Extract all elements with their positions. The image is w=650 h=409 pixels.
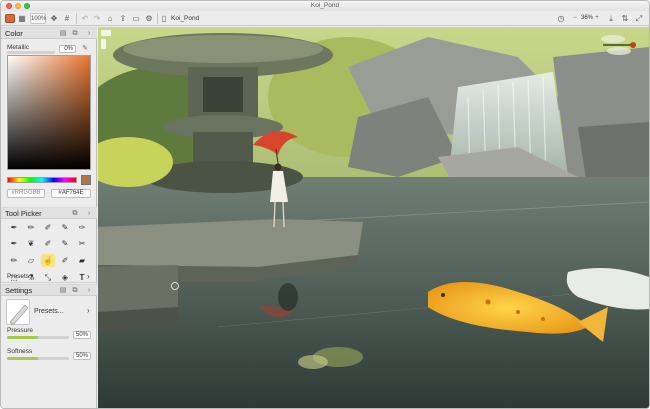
brush-tool-icon[interactable]: ✐ — [41, 221, 55, 234]
pin-icon[interactable]: ▤ — [59, 29, 67, 38]
redo-icon[interactable]: ↷ — [92, 13, 102, 24]
toolbar-divider — [76, 13, 77, 24]
color-section-header[interactable]: Color ▤ ⧉ › — [1, 27, 97, 39]
export-icon[interactable]: ⇪ — [118, 13, 128, 24]
ink-pen-tool-icon[interactable]: ✒ — [7, 237, 21, 250]
tool-presets-row[interactable]: Presets... › — [1, 271, 97, 283]
color-section-title: Color — [5, 29, 23, 38]
undo-icon[interactable]: ↶ — [80, 13, 90, 24]
brush-preview-icon — [9, 304, 29, 325]
metallic-slider[interactable] — [7, 51, 55, 54]
zoom-level-right: 36% — [581, 15, 594, 21]
eyedropper-icon[interactable]: ✎ — [81, 44, 89, 53]
hex-input-value[interactable]: #AF764E — [51, 189, 91, 198]
softness-label: Softness — [7, 348, 33, 355]
zoom-out-button[interactable]: − — [571, 13, 579, 24]
grid-icon[interactable]: # — [62, 13, 72, 24]
pressure-slider-fill — [7, 336, 38, 339]
zoom-window-button[interactable] — [24, 3, 30, 9]
scissors-icon[interactable]: ✂ — [75, 237, 89, 250]
settings-header[interactable]: Settings ▤ ⧉ › — [1, 284, 97, 296]
timer-icon[interactable]: ◷ — [556, 13, 566, 24]
hex-input-placeholder[interactable]: #RRGGBB — [7, 189, 45, 198]
pressure-value[interactable]: 50% — [73, 331, 91, 339]
brush-preset-preview[interactable] — [6, 299, 30, 325]
pen-tool-icon[interactable]: ✒ — [7, 221, 21, 234]
softness-value[interactable]: 50% — [73, 352, 91, 360]
pencil-tool-icon[interactable]: ✏ — [24, 221, 38, 234]
chevron-right-icon[interactable]: › — [85, 29, 93, 38]
oil-brush-tool-icon[interactable]: ❦ — [24, 237, 38, 250]
softness-slider[interactable] — [7, 357, 69, 360]
settings-title: Settings — [5, 286, 33, 295]
current-color-swatch[interactable] — [81, 175, 91, 185]
chevron-right-icon: › — [87, 272, 90, 281]
tool-picker-title: Tool Picker — [5, 209, 42, 218]
canvas-icon[interactable]: ▭ — [131, 13, 141, 24]
toolbar: ▦ 100% ✥ # ↶ ↷ ⌂ ⇪ ▭ ⚙ ▯ Koi_Pond ◷ − 36… — [1, 11, 649, 26]
metallic-label: Metallic — [7, 44, 30, 51]
panel-options-icon[interactable]: ⧉ — [71, 209, 79, 218]
minimize-window-button[interactable] — [15, 3, 21, 9]
panel-options-icon[interactable]: ⧉ — [71, 286, 79, 295]
gallery-icon[interactable]: ⌂ — [105, 13, 115, 24]
document-icon: ▯ — [161, 14, 167, 23]
zoom-in-button[interactable]: + — [593, 13, 601, 24]
title-bar: Koi_Pond — [1, 1, 649, 11]
blender-tool-icon[interactable]: ✎ — [58, 237, 72, 250]
watercolor-tool-icon[interactable]: ✐ — [41, 237, 55, 250]
koi-pond-painting — [98, 27, 649, 408]
softness-slider-fill — [7, 357, 38, 360]
chevron-right-icon[interactable]: › — [85, 286, 93, 295]
toolbar-divider — [157, 13, 158, 24]
left-panel: Color ▤ ⧉ › Metallic 0% ✎ #RRGGBB #AF764… — [1, 27, 97, 408]
settings-presets-label[interactable]: Presets... — [34, 308, 64, 315]
tool-presets-label: Presets... — [7, 273, 35, 280]
save-icon[interactable]: ⤓ — [606, 13, 616, 24]
pressure-label: Pressure — [7, 327, 34, 334]
eraser-tool-icon[interactable]: ▱ — [24, 254, 38, 267]
move-icon[interactable]: ✥ — [49, 13, 59, 24]
app-window: Koi_Pond ▦ 100% ✥ # ↶ ↷ ⌂ ⇪ ▭ ⚙ ▯ Koi_Po… — [0, 0, 650, 409]
zoom-level-left[interactable]: 100% — [30, 13, 46, 24]
pressure-slider[interactable] — [7, 336, 69, 339]
fullscreen-icon[interactable]: ⤢ — [634, 13, 644, 24]
close-window-button[interactable] — [6, 3, 12, 9]
airbrush-tool-icon[interactable]: ✑ — [75, 221, 89, 234]
marker-tool-icon[interactable]: ✎ — [58, 221, 72, 234]
settings-icon[interactable]: ⚙ — [144, 13, 154, 24]
chevron-right-icon: › — [87, 306, 90, 315]
roller-tool-icon[interactable]: ▰ — [75, 254, 89, 267]
pin-icon[interactable]: ▤ — [59, 286, 67, 295]
smudge-tool-icon[interactable]: ☝ — [41, 254, 55, 267]
chevron-right-icon[interactable]: › — [85, 209, 93, 218]
color-swatch-button[interactable] — [5, 14, 15, 23]
panel-options-icon[interactable]: ⧉ — [71, 29, 79, 38]
hue-slider[interactable] — [7, 177, 77, 183]
tool-picker-header[interactable]: Tool Picker ⧉ › — [1, 207, 97, 219]
metallic-value[interactable]: 0% — [59, 45, 76, 53]
palette-knife-icon[interactable]: ✐ — [58, 254, 72, 267]
glitter-pen-tool-icon[interactable]: ✏ — [7, 254, 21, 267]
color-picker-square[interactable] — [7, 55, 91, 170]
document-name: Koi_Pond — [171, 15, 200, 22]
drawing-canvas[interactable] — [98, 27, 649, 408]
window-title: Koi_Pond — [310, 2, 340, 9]
layers-icon[interactable]: ▦ — [17, 13, 27, 24]
flip-icon[interactable]: ⇅ — [620, 13, 630, 24]
